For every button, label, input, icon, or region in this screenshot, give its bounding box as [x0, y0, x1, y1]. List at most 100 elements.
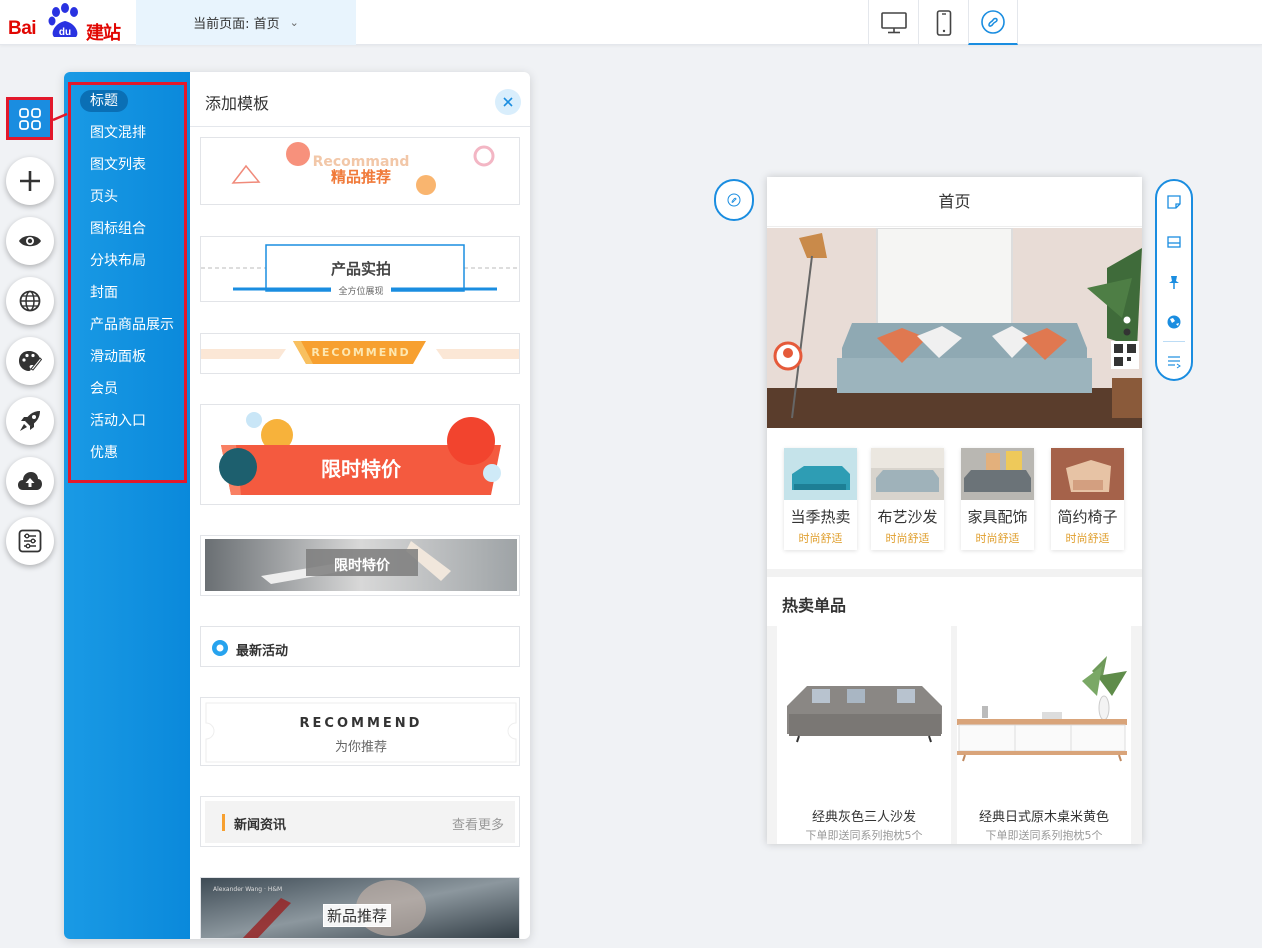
- category-card-label: 布艺沙发: [877, 508, 938, 526]
- category-card-simple-chair[interactable]: 简约椅子 时尚舒适: [1051, 448, 1124, 550]
- highlight-arrow: [53, 112, 68, 122]
- top-bar: Bai du 建站 当前页面: 首页 ⌄: [0, 0, 1262, 45]
- product-card-grey-sofa[interactable]: 经典灰色三人沙发 下单即送同系列抱枕5个: [777, 626, 951, 844]
- close-icon: [503, 97, 513, 107]
- category-card-season-hot[interactable]: 当季热卖 时尚舒适: [784, 448, 857, 550]
- category-item-icon-group[interactable]: 图标组合: [90, 218, 146, 240]
- palette-icon: [19, 351, 42, 371]
- template-sub-text: 全方位展现: [331, 284, 391, 297]
- category-card-fabric-sofa[interactable]: 布艺沙发 时尚舒适: [871, 448, 944, 550]
- category-item-product-display[interactable]: 产品商品展示: [90, 314, 174, 336]
- template-card-recommend-boutique[interactable]: Recommand 精品推荐: [200, 137, 520, 205]
- category-item-member[interactable]: 会员: [90, 378, 118, 400]
- category-card-sub: 时尚舒适: [975, 532, 1020, 545]
- ticket-outline-art: [205, 702, 517, 763]
- category-card-sub: 时尚舒适: [1065, 532, 1110, 545]
- logo-text-jianzhan: 建站: [86, 23, 121, 44]
- category-item-block-layout[interactable]: 分块布局: [90, 250, 146, 272]
- category-sidebar: 标题 图文混排 图文列表 页头 图标组合 分块布局 封面 产品商品展示 滑动面板…: [64, 72, 190, 939]
- template-main-text: 限时特价: [334, 558, 390, 574]
- text-wrap-icon[interactable]: [1166, 353, 1182, 369]
- product-name: 经典灰色三人沙发: [811, 810, 916, 825]
- category-card-image: [1051, 448, 1124, 500]
- template-main-text: 最新活动: [236, 644, 289, 659]
- template-card-latest-activity[interactable]: 最新活动: [200, 626, 520, 667]
- category-item-activity-entry[interactable]: 活动入口: [90, 410, 146, 432]
- category-item-image-text-mix[interactable]: 图文混排: [90, 122, 146, 144]
- template-card-product-shot[interactable]: 产品实拍 全方位展现: [200, 236, 520, 302]
- category-item-discount[interactable]: 优惠: [90, 442, 118, 464]
- baidu-jianzhan-logo[interactable]: Bai du 建站: [8, 3, 126, 44]
- category-card-label: 当季热卖: [790, 508, 851, 526]
- news-accent-bar: [222, 814, 225, 831]
- product-card-wood-table[interactable]: 经典日式原木桌米黄色 下单即送同系列抱枕5个: [957, 626, 1131, 844]
- living-room-banner-image[interactable]: [767, 228, 1142, 428]
- mini-program-view-button[interactable]: [968, 0, 1018, 45]
- category-card-sub: 时尚舒适: [798, 532, 843, 545]
- page-selector-label: 当前页面: 首页: [193, 17, 280, 32]
- grid-icon: [18, 107, 41, 130]
- theme-button[interactable]: [6, 337, 54, 385]
- cloud-upload-icon: [18, 472, 42, 490]
- template-panel-header: 添加模板: [190, 72, 530, 127]
- template-main-text: RECOMMEND: [311, 346, 411, 359]
- globe-icon: [19, 290, 41, 312]
- category-item-page-header[interactable]: 页头: [90, 186, 118, 208]
- language-button[interactable]: [6, 277, 54, 325]
- template-card-new-arrivals[interactable]: Alexander Wang · H&M 新品推荐: [200, 877, 520, 939]
- radio-dot-icon: [212, 640, 228, 656]
- preview-button[interactable]: [6, 217, 54, 265]
- publish-button[interactable]: [6, 397, 54, 445]
- template-card-flash-sale-large[interactable]: 限时特价: [200, 404, 520, 505]
- baidu-paw-icon: du: [48, 3, 78, 38]
- template-card-flash-sale-photo[interactable]: 限时特价: [200, 535, 520, 596]
- category-card-furniture-accessories[interactable]: 家具配饰 时尚舒适: [961, 448, 1034, 550]
- hot-products-area: 经典灰色三人沙发 下单即送同系列抱枕5个 经典日式原木桌米黄色 下单即送同系列抱…: [767, 626, 1142, 844]
- mini-program-switch-button[interactable]: [714, 179, 754, 221]
- grey-sofa-image: [787, 686, 942, 743]
- components-grid-button[interactable]: [6, 97, 53, 140]
- mobile-view-button[interactable]: [918, 0, 968, 45]
- desktop-icon: [880, 11, 907, 33]
- globe-icon[interactable]: [1166, 314, 1182, 330]
- product-promo: 下单即送同系列抱枕5个: [985, 829, 1103, 842]
- component-panel: 标题 图文混排 图文列表 页头 图标组合 分块布局 封面 产品商品展示 滑动面板…: [64, 72, 530, 939]
- section-divider: [767, 569, 1142, 577]
- phone-page-title: 首页: [767, 177, 1142, 227]
- note-icon[interactable]: [1166, 194, 1182, 210]
- add-button[interactable]: [6, 157, 54, 205]
- mini-program-icon: [981, 9, 1005, 34]
- product-name: 经典日式原木桌米黄色: [978, 810, 1109, 825]
- category-item-cover[interactable]: 封面: [90, 282, 118, 304]
- template-card-recommend-ribbon[interactable]: RECOMMEND: [200, 333, 520, 374]
- product-promo: 下单即送同系列抱枕5个: [805, 829, 923, 842]
- logo-text-du: du: [59, 27, 71, 38]
- category-card-label: 家具配饰: [967, 508, 1028, 526]
- category-item-title[interactable]: 标题: [80, 90, 128, 112]
- close-panel-button[interactable]: [495, 89, 521, 115]
- settings-button[interactable]: [6, 517, 54, 565]
- category-item-image-text-list[interactable]: 图文列表: [90, 154, 146, 176]
- template-card-recommend-for-you[interactable]: RECOMMEND 为你推荐: [200, 697, 520, 766]
- mobile-page-preview: 首页 当季热卖 时尚舒适 布艺沙发 时尚舒适 家具配饰 时尚舒适 简约椅子 时尚…: [767, 177, 1142, 844]
- pin-icon[interactable]: [1166, 274, 1182, 290]
- template-main-text: 新品推荐: [323, 904, 392, 927]
- template-sub-text: 为你推荐: [334, 740, 387, 755]
- template-main-text: 限时特价: [321, 457, 401, 481]
- category-card-image: [961, 448, 1034, 500]
- page-selector-dropdown[interactable]: 当前页面: 首页 ⌄: [136, 0, 356, 45]
- sliders-icon: [18, 529, 42, 553]
- mobile-icon: [936, 9, 951, 36]
- desktop-view-button[interactable]: [868, 0, 918, 45]
- category-card-sub: 时尚舒适: [885, 532, 930, 545]
- mini-program-icon: [727, 193, 741, 207]
- layout-icon[interactable]: [1166, 234, 1182, 250]
- template-card-news[interactable]: 新闻资讯 查看更多: [200, 796, 520, 847]
- template-sub-text: Alexander Wang · H&M: [213, 886, 283, 893]
- page-tools-toolbar: [1155, 179, 1193, 381]
- template-panel-title: 添加模板: [205, 94, 270, 113]
- category-item-slide-panel[interactable]: 滑动面板: [90, 346, 146, 368]
- upload-button[interactable]: [6, 457, 54, 505]
- wood-tv-cabinet-image: [957, 656, 1127, 762]
- toolbar-divider: [1163, 341, 1185, 342]
